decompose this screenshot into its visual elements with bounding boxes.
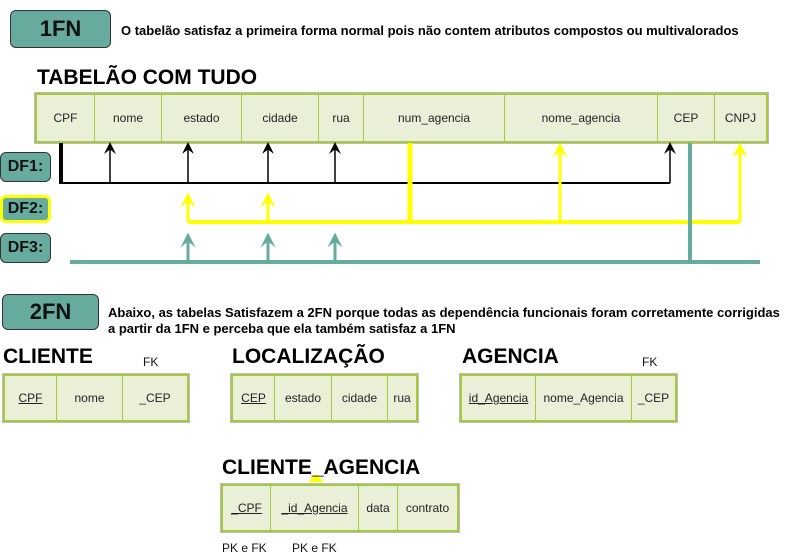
column-estado: estado (275, 376, 332, 420)
column-data: data (359, 486, 398, 530)
column-rua: rua (393, 391, 411, 405)
table-agencia: id_Agencia nome_Agencia _CEP (459, 373, 678, 423)
key-label-cpf: PK e FK (222, 541, 267, 555)
column-cep: _CEP (139, 391, 171, 405)
table-title-agencia: AGENCIA (462, 345, 559, 368)
table-title-cliente-agencia: CLIENTE_AGENCIA (222, 456, 421, 479)
column-nome: nome (57, 376, 123, 420)
key-label-id-agencia: PK e FK (292, 541, 337, 555)
table-cliente-agencia: _CPF _id_Agencia data contrato (220, 483, 460, 533)
column-nome-agencia: nome_Agencia (536, 376, 632, 420)
note-2fn: Abaixo, as tabelas Satisfazem a 2FN porq… (108, 305, 780, 336)
badge-2fn: 2FN (2, 294, 99, 330)
table-localizacao: CEP estado cidade rua (230, 373, 419, 423)
df3-lines (70, 143, 760, 264)
df1-label: DF1: (0, 152, 51, 182)
column-id-agencia: id_Agencia (462, 376, 536, 420)
df3-label: DF3: (0, 233, 51, 263)
table-cliente: CPF nome _CEP (2, 373, 190, 423)
df2-label: DF2: (0, 195, 51, 223)
fk-label-cliente: FK (143, 355, 159, 369)
fk-label-agencia: FK (642, 355, 658, 369)
column-cpf: _CPF (223, 486, 271, 530)
column-contrato: contrato (405, 501, 450, 515)
table-title-localizacao: LOCALIZAÇÃO (232, 345, 385, 368)
table-title-cliente: CLIENTE (3, 345, 93, 368)
df1-lines (59, 142, 676, 184)
column-cep: CEP (233, 376, 275, 420)
column-cpf: CPF (5, 376, 57, 420)
column-cidade: cidade (332, 376, 388, 420)
column-cep: _CEP (637, 391, 670, 405)
column-id-agencia: _id_Agencia (271, 486, 359, 530)
